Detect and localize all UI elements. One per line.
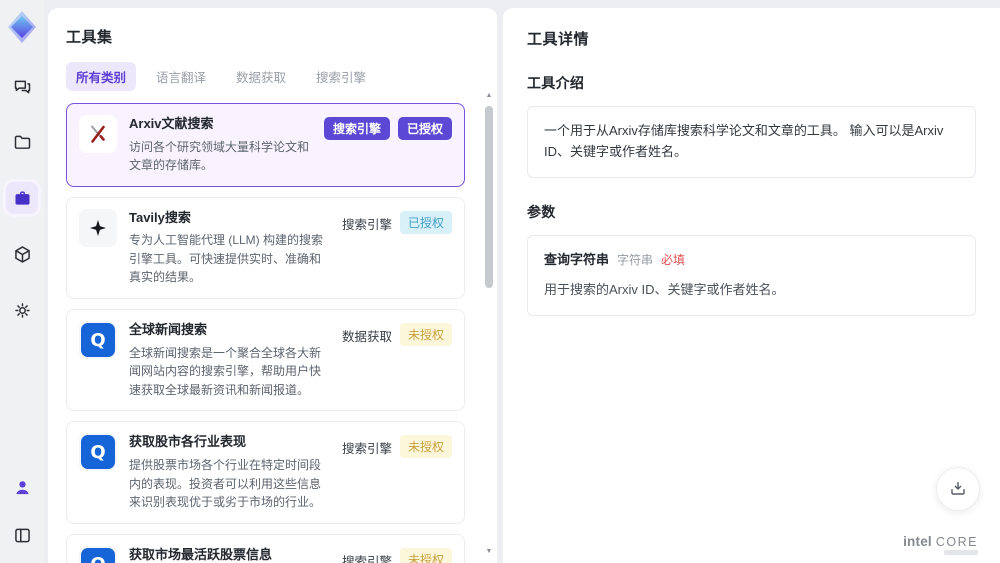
tool-name: Tavily搜索 — [129, 209, 191, 225]
sidebar-item-tools[interactable] — [6, 182, 38, 214]
tool-details-panel: 工具详情 工具介绍 一个用于从Arxiv存储库搜索科学论文和文章的工具。 输入可… — [503, 8, 1000, 563]
param-description: 用于搜索的Arxiv ID、关键字或作者姓名。 — [544, 282, 785, 298]
tool-category-badge: 搜索引擎 — [341, 217, 392, 232]
download-icon — [951, 482, 965, 495]
folder-icon — [14, 135, 30, 149]
category-tabs: 所有类别 语言翻译 数据获取 搜索引擎 — [66, 62, 481, 91]
tool-auth-badge: 未授权 — [399, 323, 452, 347]
tool-category-badge: 搜索引擎 — [341, 554, 392, 563]
q-news-icon: Q — [79, 433, 117, 472]
tab-语言翻译[interactable]: 语言翻译 — [146, 62, 216, 91]
tool-category-badge: 数据获取 — [341, 330, 392, 345]
sidebar-item-settings[interactable] — [6, 294, 38, 326]
sidebar-item-collapse[interactable] — [6, 519, 38, 551]
cube-icon — [14, 245, 30, 263]
tool-list-item[interactable]: Q 获取股市各行业表现 提供股票市场各个行业在特定时间段内的表现。投资者可以利用… — [66, 421, 465, 524]
q-news-icon: Q — [79, 545, 117, 563]
tool-list-panel: 工具集 所有类别 语言翻译 数据获取 搜索引擎 Arxiv文献搜索 访问各个研究领域大… — [48, 8, 497, 563]
tool-description: 专为人工智能代理 (LLM) 构建的搜索引擎工具。可快速提供实时、准确和真实的结… — [129, 233, 324, 285]
params-section-title: 参数 — [527, 203, 556, 220]
tool-list-item[interactable]: Q 获取市场最活跃股票信息 提供当天交易量最高的股票列表。投资者可以利用这些信息… — [66, 533, 465, 563]
q-news-icon: Q — [79, 321, 117, 360]
tool-category-badge: 搜索引擎 — [341, 442, 392, 457]
intro-section-title: 工具介绍 — [527, 75, 585, 91]
sidebar-item-chat[interactable] — [6, 70, 38, 102]
tool-name: 获取股市各行业表现 — [129, 434, 247, 450]
sidebar-rail — [0, 0, 44, 563]
tool-name: 全球新闻搜索 — [129, 322, 208, 338]
details-title: 工具详情 — [527, 31, 590, 48]
sparkle-icon — [79, 208, 117, 247]
tool-description: 访问各个研究领域大量科学论文和文章的存储库。 — [129, 139, 310, 173]
scrollbar-thumb[interactable] — [485, 106, 493, 288]
sidebar-item-files[interactable] — [6, 126, 38, 158]
app-logo-icon — [8, 11, 36, 43]
scroll-down-icon[interactable]: ▼ — [484, 548, 494, 555]
tool-auth-badge: 未授权 — [399, 435, 452, 459]
chat-icon — [14, 80, 30, 93]
param-box: 查询字符串 字符串 必填 用于搜索的Arxiv ID、关键字或作者姓名。 — [527, 234, 976, 317]
tool-list-item[interactable]: Arxiv文献搜索 访问各个研究领域大量科学论文和文章的存储库。 搜索引擎 已授… — [66, 103, 465, 187]
sidebar-item-account[interactable] — [6, 471, 38, 503]
tool-list-item[interactable]: Tavily搜索 专为人工智能代理 (LLM) 构建的搜索引擎工具。可快速提供实… — [66, 196, 465, 300]
tool-auth-badge: 已授权 — [399, 210, 452, 234]
tool-description: 全球新闻搜索是一个聚合全球各大新闻网站内容的搜索引擎，帮助用户快速获取全球最新资… — [129, 345, 322, 397]
param-required-flag: 必填 — [661, 252, 686, 267]
scroll-up-icon[interactable]: ▲ — [484, 92, 494, 99]
tool-auth-badge: 未授权 — [399, 547, 452, 563]
tool-name: 获取市场最活跃股票信息 — [129, 546, 273, 562]
tool-name: Arxiv文献搜索 — [129, 116, 214, 131]
arxiv-logo-icon — [79, 115, 117, 153]
user-icon — [15, 480, 29, 494]
tool-description: 提供股票市场各个行业在特定时间段内的表现。投资者可以利用这些信息来识别表现优于或… — [129, 457, 322, 510]
tab-数据获取[interactable]: 数据获取 — [226, 62, 296, 91]
param-name: 查询字符串 — [544, 251, 610, 267]
toolbox-icon — [15, 191, 29, 205]
tab-搜索引擎[interactable]: 搜索引擎 — [306, 62, 376, 91]
page-title: 工具集 — [66, 29, 113, 46]
tool-category-badge: 搜索引擎 — [323, 117, 390, 140]
param-type: 字符串 — [617, 252, 654, 267]
tool-list-item[interactable]: Q 全球新闻搜索 全球新闻搜索是一个聚合全球各大新闻网站内容的搜索引擎，帮助用户… — [66, 309, 465, 412]
download-button[interactable] — [936, 467, 980, 511]
intro-box: 一个用于从Arxiv存储库搜索科学论文和文章的工具。 输入可以是Arxiv ID… — [527, 106, 976, 178]
gear-icon — [14, 302, 30, 318]
tool-list: Arxiv文献搜索 访问各个研究领域大量科学论文和文章的存储库。 搜索引擎 已授… — [66, 103, 481, 563]
tab-所有类别[interactable]: 所有类别 — [66, 62, 137, 91]
intel-core-logo: intel CORE — [903, 534, 978, 555]
panel-toggle-icon — [14, 528, 30, 542]
sidebar-item-plugins[interactable] — [6, 238, 38, 270]
tool-auth-badge: 已授权 — [397, 117, 452, 140]
scrollbar[interactable]: ▲ ▼ — [484, 92, 494, 555]
intro-text: 一个用于从Arxiv存储库搜索科学论文和文章的工具。 输入可以是Arxiv ID… — [544, 123, 944, 159]
